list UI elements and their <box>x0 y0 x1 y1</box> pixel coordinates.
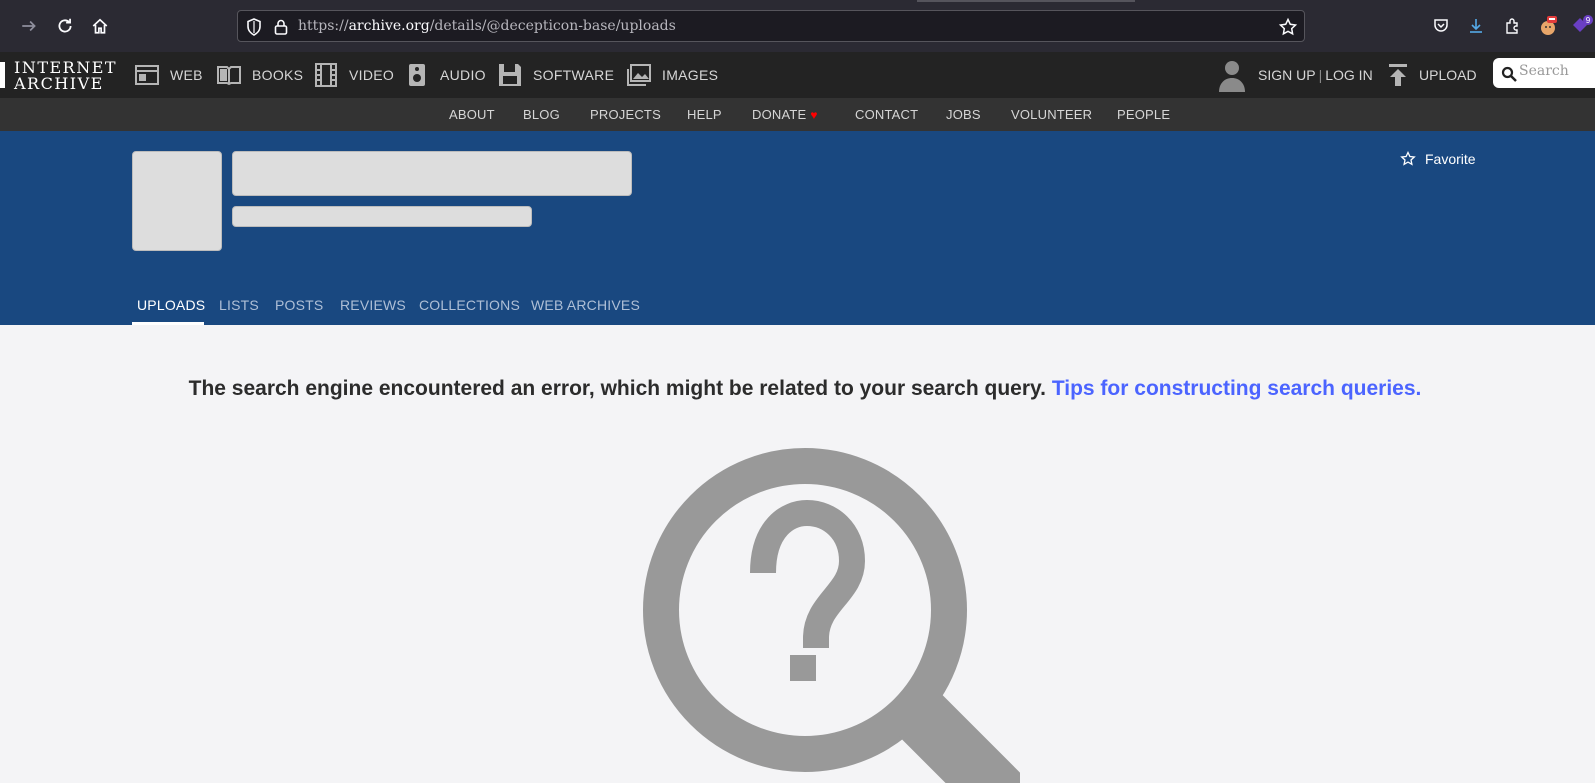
nav-software[interactable]: SOFTWARE <box>497 52 614 98</box>
upload-label: UPLOAD <box>1419 67 1477 83</box>
home-button[interactable] <box>88 14 112 38</box>
title-placeholder <box>232 151 632 196</box>
sub-nav-volunteer[interactable]: VOLUNTEER <box>1011 107 1092 122</box>
nav-video-label: VIDEO <box>349 67 395 83</box>
tab-uploads[interactable]: UPLOADS <box>137 297 205 313</box>
sub-nav-donate-label: DONATE <box>752 107 807 122</box>
secondary-nav: ABOUT BLOG PROJECTS HELP DONATE ♥ CONTACT… <box>0 98 1595 131</box>
nav-web-label: WEB <box>170 67 203 83</box>
sub-nav-help[interactable]: HELP <box>687 107 722 122</box>
user-avatar-icon[interactable] <box>1217 58 1247 92</box>
tab-posts[interactable]: POSTS <box>275 297 323 313</box>
user-menu: SIGN UP | LOG IN <box>1217 52 1373 98</box>
search-error-message: The search engine encountered an error, … <box>0 377 1595 401</box>
books-icon <box>217 66 241 86</box>
nav-web[interactable]: WEB <box>134 52 203 98</box>
heart-icon: ♥ <box>810 108 818 122</box>
favorite-button[interactable]: Favorite <box>1400 151 1476 167</box>
extensions-button[interactable] <box>1500 14 1524 38</box>
sign-up-link[interactable]: SIGN UP <box>1258 67 1316 83</box>
sub-nav-donate[interactable]: DONATE ♥ <box>752 107 818 122</box>
sub-nav-people[interactable]: PEOPLE <box>1117 107 1170 122</box>
search-input[interactable] <box>1519 63 1595 79</box>
nav-books[interactable]: BOOKS <box>216 52 303 98</box>
url-text[interactable]: https://archive.org/details/@decepticon-… <box>298 18 676 34</box>
subtitle-placeholder <box>232 206 532 227</box>
web-icon <box>135 65 159 85</box>
download-icon <box>1470 19 1482 33</box>
nav-books-label: BOOKS <box>252 67 304 83</box>
tab-collections[interactable]: COLLECTIONS <box>419 297 520 313</box>
sub-nav-contact[interactable]: CONTACT <box>855 107 918 122</box>
browser-toolbar: https://archive.org/details/@decepticon-… <box>0 0 1595 52</box>
favorite-label: Favorite <box>1425 151 1476 167</box>
images-icon <box>627 64 651 86</box>
upload-icon <box>1389 64 1407 86</box>
search-tips-link[interactable]: Tips for constructing search queries. <box>1052 377 1422 400</box>
extension-avatar-button[interactable] <box>1536 14 1560 38</box>
sub-nav-jobs[interactable]: JOBS <box>946 107 981 122</box>
ia-logo[interactable]: INTERNET ARCHIVE <box>0 56 116 94</box>
nav-audio[interactable]: AUDIO <box>404 52 486 98</box>
audio-icon <box>409 64 425 86</box>
sub-nav-blog[interactable]: BLOG <box>523 107 560 122</box>
software-icon <box>499 64 521 86</box>
pocket-icon <box>1434 19 1448 32</box>
tab-lists[interactable]: LISTS <box>219 297 259 313</box>
pocket-button[interactable] <box>1429 14 1453 38</box>
log-in-link[interactable]: LOG IN <box>1325 67 1372 83</box>
forward-arrow-icon <box>22 20 36 32</box>
sub-nav-about[interactable]: ABOUT <box>449 107 495 122</box>
profile-banner: Favorite <box>0 131 1595 325</box>
reload-button[interactable] <box>53 14 77 38</box>
address-bar[interactable]: https://archive.org/details/@decepticon-… <box>237 10 1305 42</box>
tab-strip <box>917 0 1135 2</box>
lock-icon[interactable] <box>271 17 291 37</box>
error-text: The search engine encountered an error, … <box>188 377 1046 400</box>
extension-face-icon <box>1541 16 1557 35</box>
gem-icon: 9 <box>1573 15 1593 32</box>
tab-reviews[interactable]: REVIEWS <box>340 297 406 313</box>
star-outline-icon <box>1400 151 1416 166</box>
magnifier-question-icon <box>643 448 1020 783</box>
ia-pillar-icon <box>0 62 5 88</box>
nav-images[interactable]: IMAGES <box>626 52 718 98</box>
nav-video[interactable]: VIDEO <box>313 52 394 98</box>
tab-web-archives[interactable]: WEB ARCHIVES <box>531 297 640 313</box>
bookmark-star-icon[interactable] <box>1278 17 1298 37</box>
extension-gem-button[interactable]: 9 <box>1570 14 1594 38</box>
auth-separator: | <box>1318 67 1323 83</box>
logo-line2: ARCHIVE <box>14 74 104 93</box>
reload-icon <box>58 18 72 33</box>
avatar-placeholder <box>132 151 222 251</box>
tracking-shield-icon[interactable] <box>244 17 264 37</box>
ia-top-nav: INTERNET ARCHIVE WEB BOOKS VIDEO AUDIO S… <box>0 52 1595 98</box>
video-icon <box>315 63 337 87</box>
extension-badge-count: 9 <box>1586 16 1591 25</box>
upload-button[interactable]: UPLOAD <box>1388 52 1477 98</box>
active-tab-indicator <box>132 322 204 325</box>
sub-nav-projects[interactable]: PROJECTS <box>590 107 661 122</box>
downloads-button[interactable] <box>1464 14 1488 38</box>
search-icon[interactable] <box>1501 66 1517 82</box>
nav-images-label: IMAGES <box>662 67 719 83</box>
search-box[interactable] <box>1493 58 1595 88</box>
home-icon <box>92 18 108 34</box>
puzzle-icon <box>1506 18 1518 34</box>
nav-audio-label: AUDIO <box>440 67 486 83</box>
nav-software-label: SOFTWARE <box>533 67 615 83</box>
forward-button[interactable] <box>17 14 41 38</box>
